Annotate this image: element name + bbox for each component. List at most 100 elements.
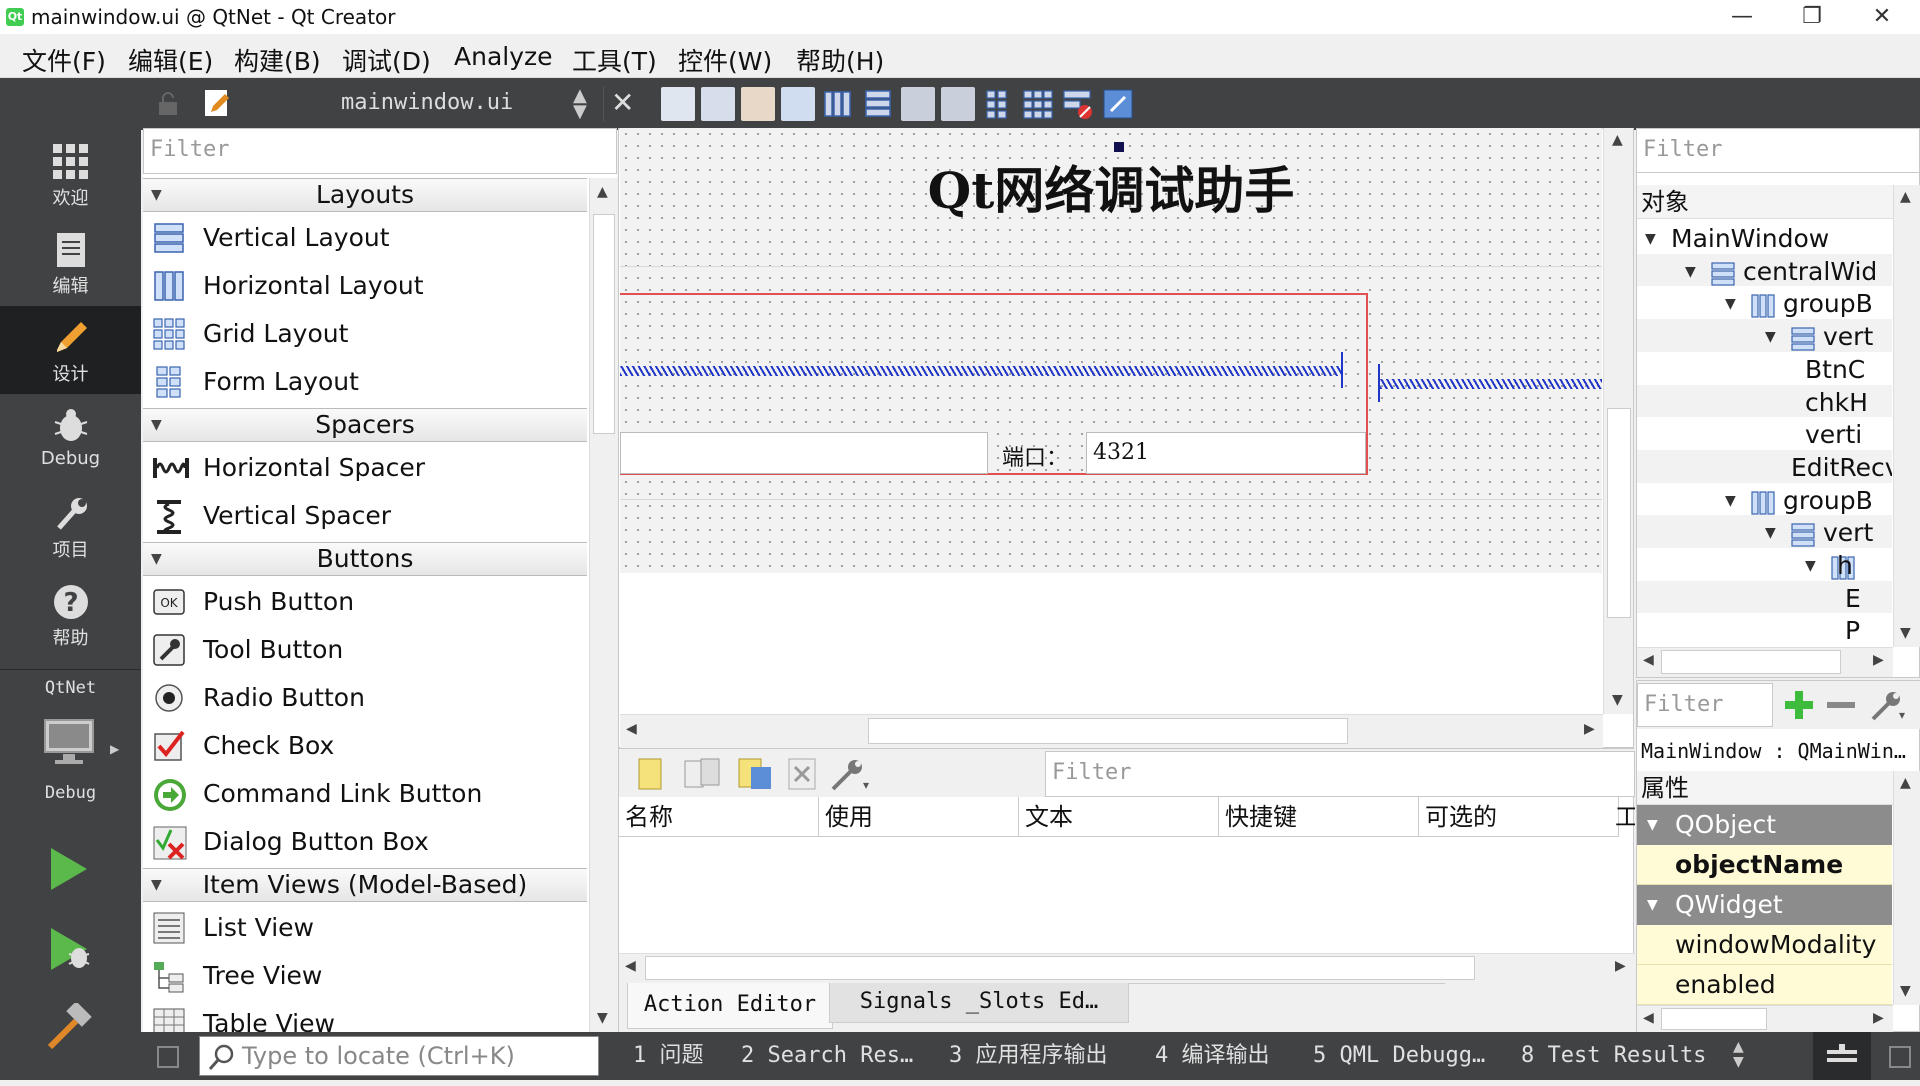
collapse-arrow-icon[interactable]: ▼ [1647,885,1658,925]
widget-radio-button[interactable]: Radio Button [143,674,587,722]
scroll-down-icon[interactable]: ▼ [1900,625,1911,641]
layout-vertical-icon[interactable] [861,87,895,121]
add-property-icon[interactable] [1783,689,1815,727]
menu-edit[interactable]: 编辑(E) [128,42,213,78]
scroll-thumb[interactable] [645,956,1475,980]
locator-input[interactable]: Type to locate (Ctrl+K) [199,1036,599,1076]
canvas-hscrollbar[interactable]: ◀ ▶ [620,714,1603,748]
copy-action-icon[interactable] [683,757,723,797]
column-tooltip[interactable]: 工 [1613,797,1635,837]
object-vscrollbar[interactable]: ▲ ▼ [1893,185,1920,647]
column-used[interactable]: 使用 [819,797,1019,837]
ip-input[interactable] [620,432,988,474]
layout-grid-icon[interactable] [1021,87,1055,121]
menu-debug[interactable]: 调试(D) [342,42,431,78]
horizontal-spacer-1[interactable] [620,366,1342,376]
object-tree-row[interactable]: verti [1637,417,1892,454]
tab-test-results[interactable]: 8 Test Results [1521,1040,1706,1072]
expand-arrow-icon[interactable]: ▼ [1645,221,1656,257]
scroll-up-icon[interactable]: ▲ [597,184,608,200]
object-tree-row[interactable]: ▼ centralWid [1637,253,1892,290]
mode-welcome[interactable]: 欢迎 [0,130,141,218]
edit-widgets-icon[interactable] [661,87,695,121]
widget-form-layout[interactable]: Form Layout [143,358,587,406]
object-tree-row[interactable]: P [1637,613,1892,641]
scroll-down-icon[interactable]: ▼ [1612,692,1623,708]
action-hscrollbar[interactable]: ◀ ▶ [619,953,1635,983]
property-category[interactable]: ▼ QObject [1637,805,1892,845]
widget-horizontal-layout[interactable]: Horizontal Layout [143,262,587,310]
scroll-thumb[interactable] [868,718,1348,744]
expand-arrow-icon[interactable]: ▼ [1805,548,1816,584]
break-layout-icon[interactable] [1061,87,1095,121]
minimize-button[interactable]: — [1712,0,1772,34]
widget-list-view[interactable]: List View [143,904,587,952]
toggle-right-sidebar-icon[interactable] [1889,1046,1911,1068]
tab-compile-output[interactable]: 4 编译输出 [1155,1040,1270,1072]
widget-tree-view[interactable]: Tree View [143,952,587,1000]
column-text[interactable]: 文本 [1019,797,1219,837]
expand-arrow-icon[interactable]: ▼ [1685,254,1696,290]
tab-search-results[interactable]: 2 Search Res… [741,1040,913,1072]
widget-vertical-spacer[interactable]: Vertical Spacer [143,492,587,540]
mode-edit[interactable]: 编辑 [0,218,141,306]
mode-design[interactable]: 设计 [0,306,141,394]
scroll-right-icon[interactable]: ▶ [1584,721,1595,737]
tab-issues[interactable]: 1 问题 [633,1040,704,1072]
close-document-icon[interactable]: ✕ [611,86,634,119]
object-tree-row[interactable]: ▼ groupB [1637,286,1892,323]
widget-command-link-button[interactable]: Command Link Button [143,770,587,818]
widget-box-scrollbar[interactable]: ▲ ▼ [589,178,617,1032]
tab-action-editor[interactable]: Action Editor [627,983,833,1029]
scroll-left-icon[interactable]: ◀ [626,721,637,737]
debug-run-icon[interactable] [49,926,93,980]
category-item-views[interactable]: ▼ Item Views (Model-Based) [143,868,587,902]
scroll-up-icon[interactable]: ▲ [1900,775,1911,791]
widget-vertical-layout[interactable]: Vertical Layout [143,214,587,262]
property-row[interactable]: enabled [1637,965,1892,1005]
configure-property-icon[interactable]: ▾ [1867,687,1907,729]
scroll-left-icon[interactable]: ◀ [625,958,636,974]
form-canvas[interactable]: Qt网络调试助手 端口： 4321 [620,128,1602,714]
widget-filter-input[interactable]: Filter [143,128,617,174]
menu-file[interactable]: 文件(F) [22,42,106,78]
mode-debug[interactable]: Debug [0,394,141,482]
widget-grid-layout[interactable]: Grid Layout [143,310,587,358]
scroll-left-icon[interactable]: ◀ [1643,652,1654,668]
mode-help[interactable]: ? 帮助 [0,570,141,658]
object-filter-input[interactable]: Filter [1637,129,1920,173]
edit-signals-slots-icon[interactable] [701,87,735,121]
object-hscrollbar[interactable]: ◀ ▶ [1637,647,1893,677]
category-spacers[interactable]: ▼ Spacers [143,408,587,442]
scroll-down-icon[interactable]: ▼ [1900,983,1911,999]
expand-arrow-icon[interactable]: ▼ [1765,515,1776,551]
paste-action-icon[interactable] [737,757,777,797]
build-hammer-icon[interactable] [46,1001,94,1057]
widget-dialog-button-box[interactable]: Dialog Button Box [143,818,587,866]
property-filter-input[interactable]: Filter [1637,683,1773,727]
tab-application-output[interactable]: 3 应用程序输出 [949,1040,1108,1072]
category-buttons[interactable]: ▼ Buttons [143,542,587,576]
file-switch-arrows-icon[interactable]: ▲ ▼ [573,87,587,121]
object-tree-row[interactable]: EditRecv [1637,449,1892,486]
collapse-arrow-icon[interactable]: ▼ [1647,805,1658,845]
mode-projects[interactable]: 项目 [0,482,141,570]
object-tree-row[interactable]: chkH [1637,384,1892,421]
output-pane-toggle-icon[interactable] [1813,1032,1871,1080]
new-action-icon[interactable] [637,757,665,797]
adjust-size-icon[interactable] [1101,87,1135,121]
selection-handle[interactable] [1114,142,1124,152]
column-checkable[interactable]: 可选的 [1419,797,1619,837]
scroll-thumb[interactable] [593,214,615,434]
layout-form-icon[interactable] [981,87,1015,121]
scroll-thumb[interactable] [1661,650,1841,674]
object-tree-row[interactable]: ▼ vert [1637,319,1892,356]
delete-action-icon[interactable] [785,757,819,797]
run-icon[interactable] [49,846,89,898]
output-pane-arrows-icon[interactable]: ▲ ▼ [1733,1040,1744,1070]
expand-arrow-icon[interactable]: ▼ [1765,319,1776,355]
scroll-thumb[interactable] [1661,1008,1767,1030]
scroll-right-icon[interactable]: ▶ [1615,958,1626,974]
edit-tab-order-icon[interactable] [781,87,815,121]
object-tree-row[interactable]: ▼ groupB [1637,482,1892,519]
